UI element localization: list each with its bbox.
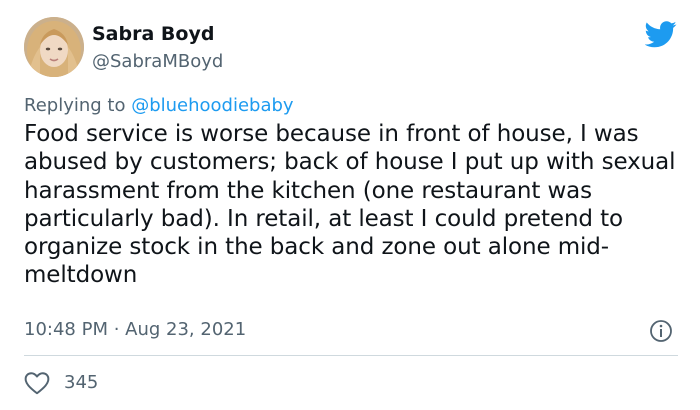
replying-to-label: Replying to <box>24 95 132 116</box>
avatar-image <box>24 17 84 77</box>
divider <box>24 355 678 356</box>
avatar[interactable] <box>24 17 84 77</box>
like-count: 345 <box>64 372 99 393</box>
info-icon[interactable] <box>649 319 673 343</box>
display-name[interactable]: Sabra Boyd <box>92 22 214 46</box>
tweet-date: Aug 23, 2021 <box>125 319 247 340</box>
twitter-bird-icon[interactable] <box>645 21 677 48</box>
replying-to-line: Replying to @bluehoodiebaby <box>24 94 294 118</box>
tweet-timestamp[interactable]: 10:48 PM · Aug 23, 2021 <box>24 318 246 342</box>
tweet-time: 10:48 PM <box>24 319 108 340</box>
tweet-text: Food service is worse because in front o… <box>24 121 676 289</box>
reply-mention-link[interactable]: @bluehoodiebaby <box>131 95 293 116</box>
heart-icon[interactable] <box>24 371 50 395</box>
user-handle[interactable]: @SabraMBoyd <box>92 50 223 74</box>
meta-separator: · <box>107 319 126 340</box>
tweet-card: Sabra Boyd @SabraMBoyd Replying to @blue… <box>0 0 700 410</box>
